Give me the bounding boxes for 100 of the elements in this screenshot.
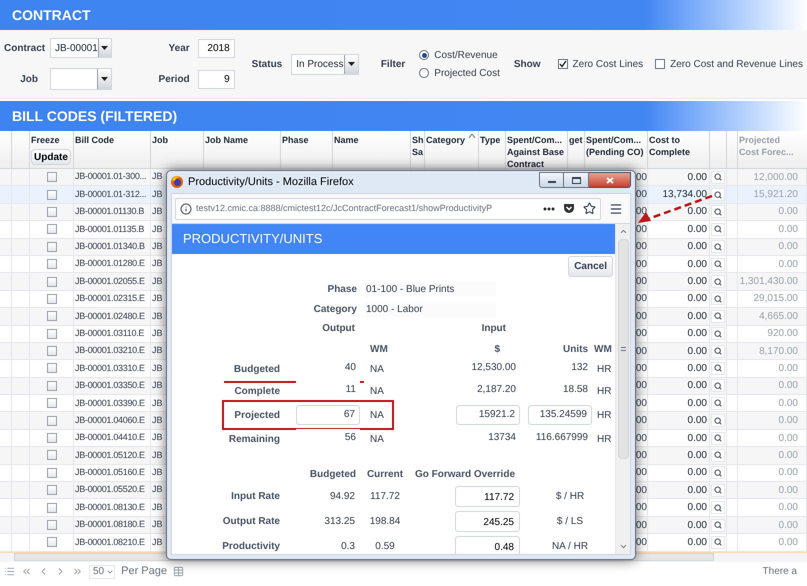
table-cell-text: JB-00001.05160.E xyxy=(74,466,145,480)
table-cell-text: 00 xyxy=(636,205,647,220)
table-cell-text: 00 xyxy=(636,310,647,324)
table-cell-text: 0.00 xyxy=(778,536,799,550)
table-cell-text: JB xyxy=(151,240,163,253)
field-label: Phase xyxy=(326,283,357,297)
column-header: Projected Cost Forec... xyxy=(739,134,794,158)
column-header: Job xyxy=(152,134,168,146)
table-cell-text: 0.00 xyxy=(688,466,708,480)
table-cell-text: 29,015.00 xyxy=(754,292,799,306)
radio-label: Cost/Revenue xyxy=(434,48,498,62)
table-cell-text: JB-00001.04410.E xyxy=(74,431,145,444)
table-cell-text: 00 xyxy=(636,222,647,237)
table-cell-text: 0.00 xyxy=(778,518,799,532)
column-header: Sh Sa xyxy=(412,134,424,158)
table-cell-text: JB-00001.02480.E xyxy=(74,310,145,323)
table-cell-text: JB xyxy=(151,500,163,514)
column-header: Units xyxy=(562,343,589,357)
table-cell-text: 00 xyxy=(636,484,647,498)
row-label: Productivity xyxy=(221,540,281,554)
table-cell-text: 00 xyxy=(636,292,647,306)
table-cell-text: 0.00 xyxy=(688,344,708,359)
table-cell-text: 00 xyxy=(636,414,647,428)
table-cell-text: 0.00 xyxy=(688,484,708,498)
column-header: WM xyxy=(369,343,389,357)
table-cell-text: JB-00001.05120.E xyxy=(74,448,145,462)
unit-text: NA xyxy=(369,408,385,422)
column-header: Budgeted xyxy=(308,468,357,482)
value-text: 94.92 xyxy=(328,490,356,504)
table-cell-text: 0.00 xyxy=(688,275,708,290)
table-cell-text: 8,170.00 xyxy=(759,344,799,359)
table-cell-text: 0.00 xyxy=(688,448,708,463)
table-cell-text: 0.00 xyxy=(778,240,799,254)
url-text: testv12.cmic.ca:8888/cmictest12c/JcContractForecast1/showProductivityP xyxy=(196,202,492,215)
job-label: Job xyxy=(19,72,39,86)
table-cell-text: 0.00 xyxy=(778,414,799,428)
table-cell-text: 0.00 xyxy=(688,205,708,220)
table-cell-text: 0.00 xyxy=(688,362,708,376)
table-cell-text: JB-00001.08130.E xyxy=(74,500,145,514)
table-cell-text: 0.00 xyxy=(778,501,799,516)
table-cell-text: 0.00 xyxy=(778,362,799,376)
column-header: Job Name xyxy=(205,134,248,146)
row-label: Output Rate xyxy=(222,515,281,529)
table-cell-text: 00 xyxy=(636,536,647,550)
table-cell-text: 00 xyxy=(636,466,647,480)
table-cell-text: 920.00 xyxy=(767,327,799,342)
table-cell-text: 00 xyxy=(636,501,647,516)
table-cell-text: JB xyxy=(151,362,163,375)
column-header: WM xyxy=(593,343,613,357)
column-header: Bill Code xyxy=(75,134,114,146)
output-heading: Output xyxy=(321,322,356,336)
unit-text: $ / HR xyxy=(554,490,586,504)
table-cell-text: 12,000.00 xyxy=(754,170,799,185)
table-cell-text: JB xyxy=(151,188,163,201)
table-cell-text: 0.00 xyxy=(778,205,799,220)
contract-label: Contract xyxy=(4,42,46,56)
bill-codes-header: BILL CODES (FILTERED) xyxy=(0,101,807,131)
table-cell-text: 0.00 xyxy=(688,327,708,342)
table-cell-text: 00 xyxy=(636,448,647,463)
table-cell-text: JB-00001.02055.E xyxy=(74,274,145,288)
column-header: get xyxy=(569,134,582,146)
table-cell-text: JB-00001.03350.E xyxy=(74,379,145,392)
table-cell-text: JB-00001.01130.B xyxy=(74,205,144,218)
table-cell-text: JB-00001.03310.E xyxy=(74,362,145,375)
table-cell-text: 00 xyxy=(636,170,647,185)
table-cell-text: JB xyxy=(151,205,163,218)
table-cell-text: JB xyxy=(151,257,163,270)
table-cell-text: 1,301,430.00 xyxy=(740,275,799,290)
table-cell-text: 00 xyxy=(636,518,647,532)
table-cell-text: JB-00001.01340.B xyxy=(74,240,145,253)
table-cell-text: 0.00 xyxy=(688,170,708,185)
table-cell-text: 0.00 xyxy=(688,222,708,237)
table-cell-text: 00 xyxy=(636,240,647,254)
value-text: 198.84 xyxy=(368,515,402,529)
table-cell-text: 0.00 xyxy=(688,536,708,550)
table-cell-text: 0.00 xyxy=(688,432,708,446)
column-header: Spent/Com... Against Base Contract xyxy=(507,134,564,170)
column-header: Category xyxy=(426,134,466,146)
table-cell-text: JB-00001.01-312... xyxy=(74,188,146,201)
table-cell-text: JB-00001.05520.E xyxy=(74,483,145,496)
table-cell-text: 0.00 xyxy=(688,379,708,394)
table-cell-text: JB xyxy=(151,414,163,427)
table-cell-text: JB xyxy=(151,431,163,444)
table-cell-text: 00 xyxy=(636,379,647,394)
table-cell-text: 0.00 xyxy=(778,432,799,446)
column-header: $ xyxy=(493,343,501,357)
table-cell-text: JB-00001.08210.E xyxy=(74,536,145,549)
table-cell-text: 0.00 xyxy=(688,310,708,324)
table-cell-text: 0.00 xyxy=(688,501,708,516)
column-header: Phase xyxy=(282,134,309,146)
radio-label: Projected Cost xyxy=(434,66,500,80)
table-cell-text: JB xyxy=(151,222,163,236)
table-cell-text: JB xyxy=(151,292,163,306)
table-cell-text: 00 xyxy=(636,188,647,202)
table-cell-text: JB xyxy=(151,518,163,532)
field-value: 1000 - Labor xyxy=(366,302,496,317)
row-label: Budgeted xyxy=(232,362,281,376)
filter-label: Filter xyxy=(380,58,406,72)
period-label: Period xyxy=(158,73,190,87)
table-cell-text: JB xyxy=(151,344,163,358)
